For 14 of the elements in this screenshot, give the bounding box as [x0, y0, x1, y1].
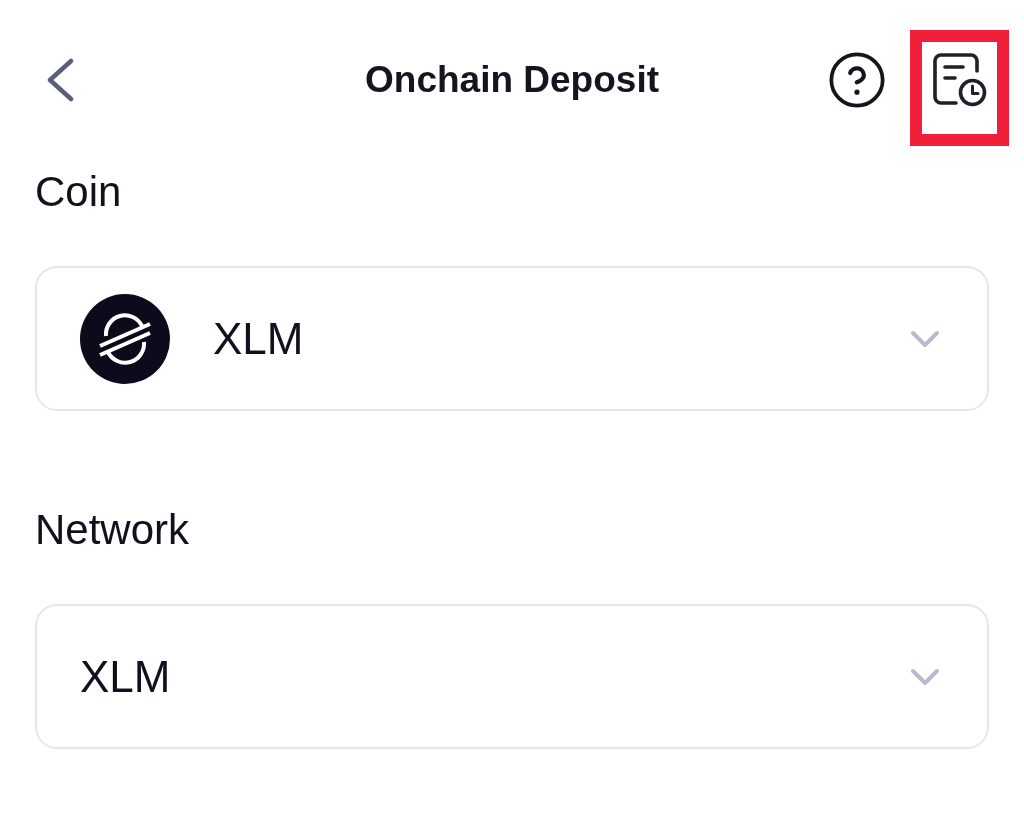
coin-select[interactable]: XLM: [35, 266, 989, 411]
back-chevron-icon: [45, 58, 75, 102]
chevron-down-icon: [910, 329, 940, 348]
network-select[interactable]: XLM: [35, 604, 989, 749]
back-button[interactable]: [45, 58, 75, 102]
coin-logo-icon: [80, 293, 170, 384]
history-button[interactable]: [933, 53, 987, 107]
help-button[interactable]: [829, 52, 885, 108]
chevron-down-icon: [910, 667, 940, 686]
help-icon: [829, 52, 885, 108]
field-label: Network: [35, 505, 190, 555]
document-clock-icon: [933, 53, 987, 107]
page-title: Onchain Deposit: [365, 58, 659, 102]
field-label: Coin: [35, 167, 122, 217]
